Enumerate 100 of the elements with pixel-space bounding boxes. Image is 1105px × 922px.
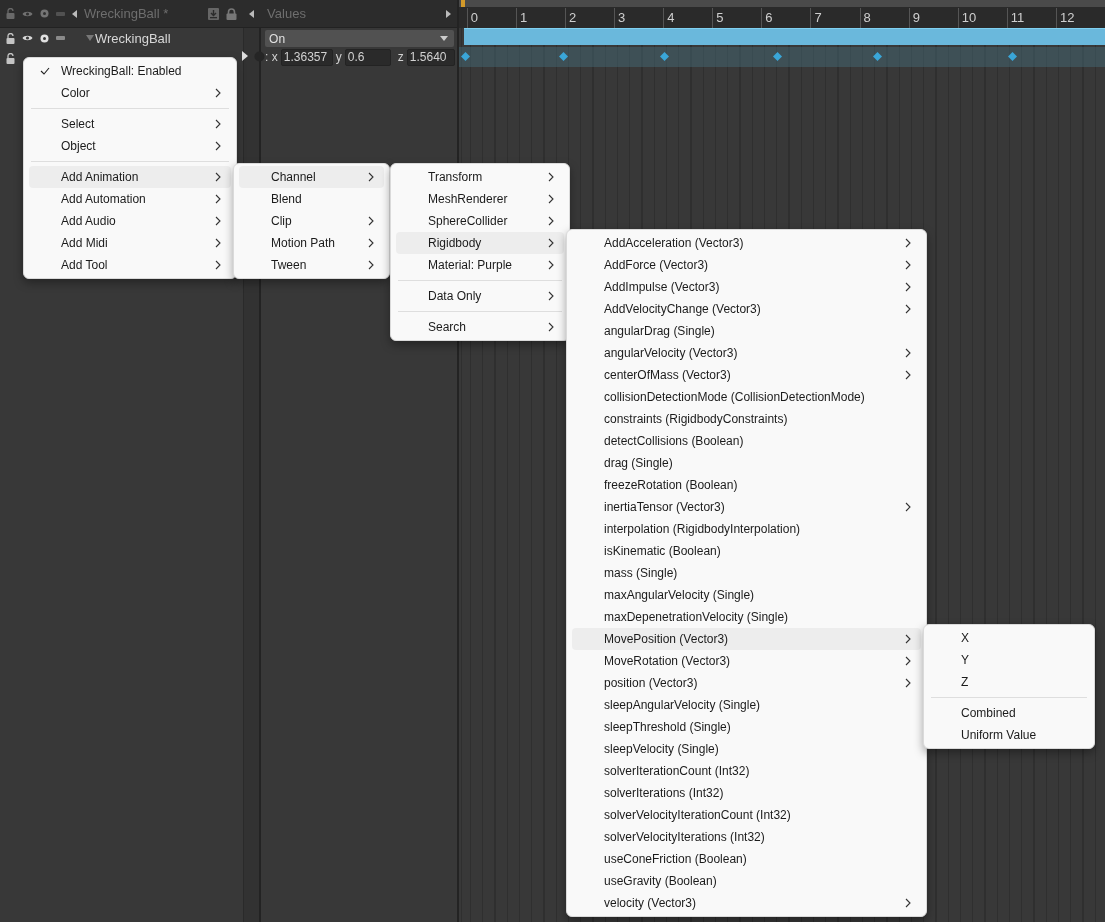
menu-item[interactable]: Select — [29, 113, 231, 135]
menu-item[interactable]: maxAngularVelocity (Single) — [572, 584, 921, 606]
menu-item[interactable]: MovePosition (Vector3) — [572, 628, 921, 650]
keyframe-icon[interactable] — [558, 52, 568, 61]
menu-item[interactable]: angularVelocity (Vector3) — [572, 342, 921, 364]
keyframe-icon[interactable] — [1007, 52, 1017, 61]
menu-item[interactable]: useConeFriction (Boolean) — [572, 848, 921, 870]
menu-item[interactable]: Transform — [396, 166, 564, 188]
menu-item[interactable]: maxDepenetrationVelocity (Single) — [572, 606, 921, 628]
menu-item[interactable]: centerOfMass (Vector3) — [572, 364, 921, 386]
lock-icon[interactable] — [6, 52, 15, 64]
menu-item[interactable]: sleepThreshold (Single) — [572, 716, 921, 738]
chevron-right-icon — [368, 238, 374, 248]
panel-title: WreckingBall * — [84, 6, 169, 21]
chevron-right-icon — [548, 238, 554, 248]
chevron-right-icon — [905, 502, 911, 512]
menu-item[interactable]: Object — [29, 135, 231, 157]
menu-item[interactable]: Rigidbody — [396, 232, 564, 254]
menu-item[interactable]: inertiaTensor (Vector3) — [572, 496, 921, 518]
chevron-right-icon — [215, 260, 221, 270]
chevron-right-icon — [905, 656, 911, 666]
menu-item[interactable]: mass (Single) — [572, 562, 921, 584]
menu-item[interactable]: AddForce (Vector3) — [572, 254, 921, 276]
menu-item[interactable]: sleepAngularVelocity (Single) — [572, 694, 921, 716]
menu-item[interactable]: Add Audio — [29, 210, 231, 232]
menu-item[interactable]: freezeRotation (Boolean) — [572, 474, 921, 496]
menu-item[interactable]: Tween — [239, 254, 384, 276]
menu-item[interactable]: Y — [929, 649, 1089, 671]
chevron-right-icon — [368, 260, 374, 270]
expand-triangle-icon[interactable] — [86, 35, 94, 41]
caret-left-icon[interactable] — [72, 9, 77, 18]
number-field[interactable]: 0.6 — [344, 48, 391, 66]
clip-bar[interactable] — [463, 28, 1105, 45]
dash-icon[interactable] — [56, 11, 65, 16]
menu-item[interactable]: Uniform Value — [929, 724, 1089, 746]
menu-item[interactable]: Material: Purple — [396, 254, 564, 276]
keyframe-icon[interactable] — [772, 52, 782, 61]
menu-item[interactable]: sleepVelocity (Single) — [572, 738, 921, 760]
menu-item[interactable]: useGravity (Boolean) — [572, 870, 921, 892]
menu-item[interactable]: MoveRotation (Vector3) — [572, 650, 921, 672]
menu-item[interactable]: detectCollisions (Boolean) — [572, 430, 921, 452]
chevron-right-icon — [905, 370, 911, 380]
menu-item[interactable]: constraints (RigidbodyConstraints) — [572, 408, 921, 430]
menu-item[interactable]: Clip — [239, 210, 384, 232]
chevron-right-icon — [215, 88, 221, 98]
keyframe-icon[interactable] — [659, 52, 669, 61]
value-dropdown[interactable]: On — [265, 30, 454, 47]
axis-label: z — [397, 50, 404, 64]
chevron-right-icon — [905, 282, 911, 292]
chevron-right-icon — [905, 304, 911, 314]
playhead-icon[interactable] — [460, 0, 465, 7]
chevron-right-icon — [368, 172, 374, 182]
save-icon[interactable] — [207, 7, 219, 20]
menu-item[interactable]: angularDrag (Single) — [572, 320, 921, 342]
menu-item[interactable]: MeshRenderer — [396, 188, 564, 210]
menu-item[interactable]: Add Animation — [29, 166, 231, 188]
menu-item[interactable]: AddAcceleration (Vector3) — [572, 232, 921, 254]
chevron-right-icon — [548, 260, 554, 270]
caret-left-icon[interactable] — [249, 9, 255, 18]
menu-item[interactable]: collisionDetectionMode (CollisionDetectionMode) — [572, 386, 921, 408]
chevron-right-icon — [905, 898, 911, 908]
menu-item[interactable]: interpolation (RigidbodyInterpolation) — [572, 518, 921, 540]
lock-icon[interactable] — [225, 7, 237, 20]
chevron-right-icon — [215, 238, 221, 248]
chevron-right-icon — [215, 194, 221, 204]
number-field[interactable]: 1.5640 — [406, 48, 455, 66]
menu-item[interactable]: SphereCollider — [396, 210, 564, 232]
menu-item[interactable]: Motion Path — [239, 232, 384, 254]
eye-icon[interactable] — [22, 34, 33, 42]
number-field[interactable]: 1.36357 — [280, 48, 333, 66]
lock-icon[interactable] — [6, 32, 15, 44]
menu-item[interactable]: velocity (Vector3) — [572, 892, 921, 914]
menu-item[interactable]: Add Tool — [29, 254, 231, 276]
menu-item[interactable]: Search — [396, 316, 564, 338]
menu-item[interactable]: Blend — [239, 188, 384, 210]
keyframe-icon[interactable] — [460, 52, 470, 61]
menu-item[interactable]: solverVelocityIterationCount (Int32) — [572, 804, 921, 826]
menu-item[interactable]: isKinematic (Boolean) — [572, 540, 921, 562]
object-name[interactable]: WreckingBall — [95, 30, 171, 46]
menu-item[interactable]: WreckingBall: Enabled — [29, 60, 231, 82]
menu-item[interactable]: solverVelocityIterations (Int32) — [572, 826, 921, 848]
menu-item[interactable]: Z — [929, 671, 1089, 693]
menu-item[interactable]: drag (Single) — [572, 452, 921, 474]
menu-item[interactable]: position (Vector3) — [572, 672, 921, 694]
chevron-right-icon — [368, 216, 374, 226]
menu-item[interactable]: AddImpulse (Vector3) — [572, 276, 921, 298]
menu-item[interactable]: solverIterations (Int32) — [572, 782, 921, 804]
keyframe-icon[interactable] — [872, 52, 882, 61]
menu-item[interactable]: solverIterationCount (Int32) — [572, 760, 921, 782]
menu-item[interactable]: Add Automation — [29, 188, 231, 210]
target-icon[interactable] — [40, 33, 49, 43]
menu-item[interactable]: X — [929, 627, 1089, 649]
menu-item[interactable]: Combined — [929, 702, 1089, 724]
chevron-right-icon — [548, 322, 554, 332]
menu-item[interactable]: Add Midi — [29, 232, 231, 254]
menu-item[interactable]: AddVelocityChange (Vector3) — [572, 298, 921, 320]
menu-item[interactable]: Channel — [239, 166, 384, 188]
caret-right-icon[interactable] — [445, 9, 451, 18]
menu-item[interactable]: Data Only — [396, 285, 564, 307]
menu-item[interactable]: Color — [29, 82, 231, 104]
